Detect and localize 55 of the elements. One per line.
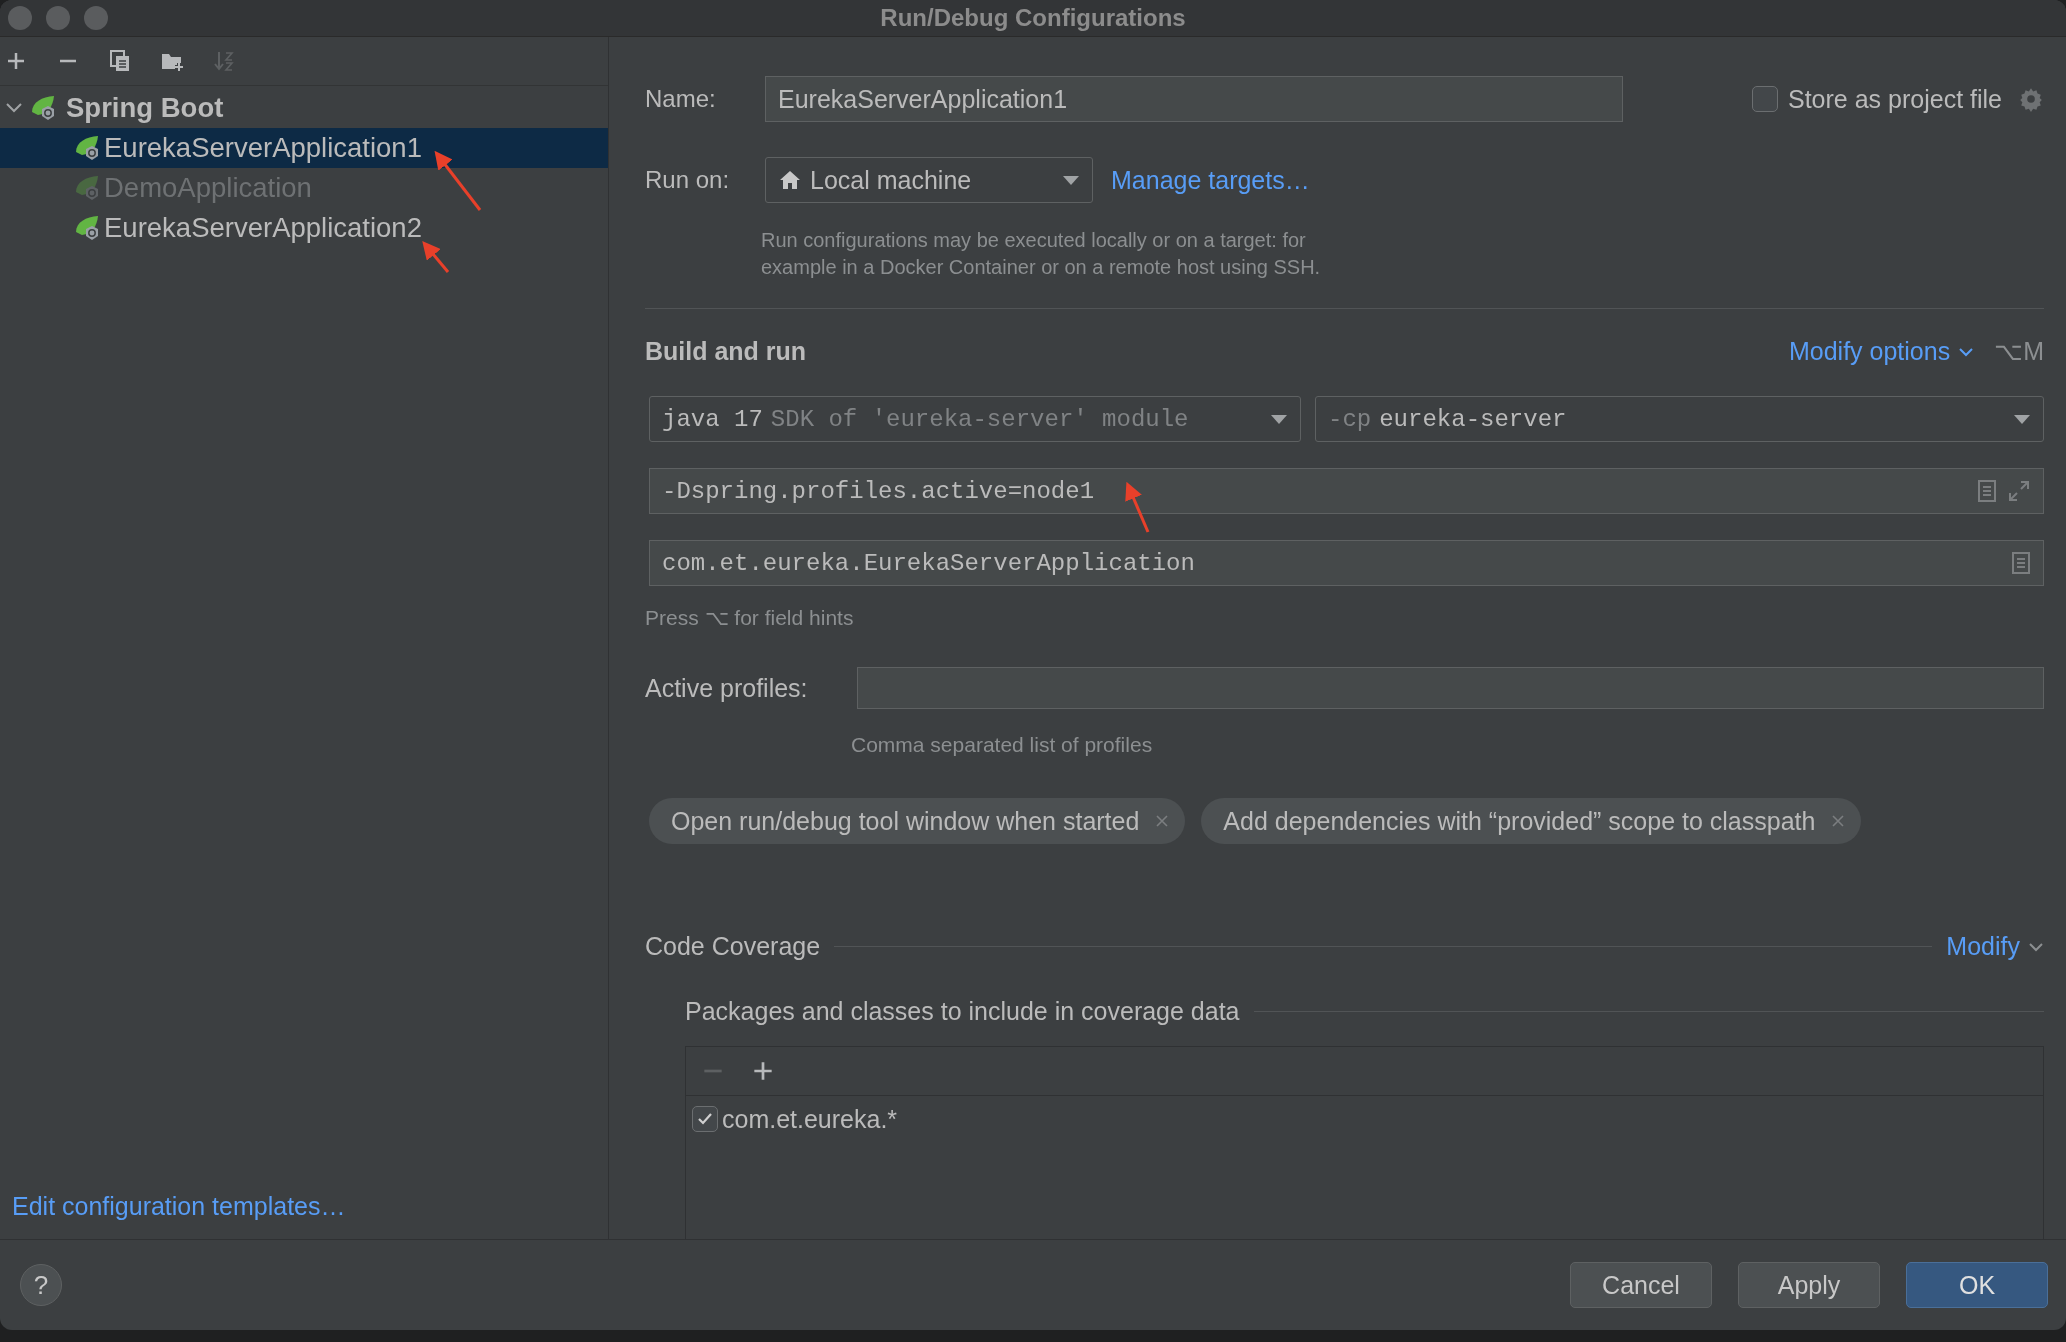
window-title: Run/Debug Configurations bbox=[880, 4, 1186, 31]
help-button[interactable]: ? bbox=[20, 1264, 62, 1306]
tree-group-label[interactable]: Spring Boot bbox=[66, 92, 224, 124]
hint-text: Run configurations may be executed locally or on a target: for bbox=[761, 228, 1307, 253]
pattern-text: com.et.eureka.* bbox=[722, 1104, 898, 1134]
field-label: Name: bbox=[645, 85, 717, 113]
sdk-dropdown[interactable]: java 17 SDK of 'eureka-server' module bbox=[649, 396, 1301, 442]
classpath-dropdown[interactable]: -cp eureka-server bbox=[1315, 396, 2044, 442]
active-profiles-field[interactable] bbox=[857, 667, 2044, 709]
document-icon[interactable] bbox=[1977, 479, 1997, 503]
modify-link[interactable]: Modify bbox=[1946, 932, 2044, 961]
subsection-title: Packages and classes to include in coverage data bbox=[685, 997, 1240, 1026]
name-field[interactable]: EurekaServerApplication1 bbox=[765, 76, 1623, 122]
annotation-arrow bbox=[422, 241, 450, 273]
field-label: Active profiles: bbox=[645, 673, 809, 703]
dialog-button[interactable]: Apply bbox=[1738, 1262, 1880, 1308]
shortcut-text: ⌥M bbox=[1994, 337, 2044, 366]
close-icon[interactable] bbox=[1831, 814, 1846, 828]
settings-icon[interactable] bbox=[2018, 86, 2044, 112]
hint-text: Comma separated list of profiles bbox=[851, 732, 1154, 758]
run-on-dropdown[interactable]: Local machine bbox=[765, 157, 1093, 203]
dialog-button[interactable]: OK bbox=[1906, 1262, 2048, 1308]
annotation-arrow bbox=[434, 150, 482, 211]
checkbox[interactable] bbox=[1752, 86, 1778, 112]
checkbox[interactable] bbox=[692, 1106, 718, 1132]
section-title: Code Coverage bbox=[645, 932, 821, 961]
window-control-button[interactable] bbox=[84, 6, 108, 30]
window-control-button[interactable] bbox=[8, 6, 32, 30]
dialog-button[interactable]: Cancel bbox=[1570, 1262, 1712, 1308]
field-label: Run on: bbox=[645, 166, 731, 194]
dropdown-arrow-icon[interactable] bbox=[1062, 174, 1080, 186]
option-chip[interactable]: Open run/debug tool window when started bbox=[649, 798, 1186, 844]
modify-options-link[interactable]: Modify options bbox=[1788, 337, 1975, 366]
hint-text: Press ⌥ for field hints bbox=[645, 605, 855, 631]
copy-icon[interactable] bbox=[108, 49, 132, 73]
edit-templates-link[interactable]: Edit configuration templates… bbox=[12, 1192, 346, 1220]
home-icon bbox=[778, 168, 802, 192]
vm-options-field[interactable]: -Dspring.profiles.active=node1 bbox=[649, 468, 2044, 514]
dropdown-arrow-icon[interactable] bbox=[1270, 413, 1288, 425]
hint-text: example in a Docker Container or on a remote host using SSH. bbox=[761, 255, 1322, 280]
main-class-field[interactable]: com.et.eureka.EurekaServerApplication bbox=[649, 540, 2044, 586]
configuration-item[interactable]: EurekaServerApplication1 bbox=[0, 128, 608, 168]
dropdown-arrow-icon[interactable] bbox=[2013, 413, 2031, 425]
expand-icon[interactable] bbox=[2007, 479, 2031, 503]
section-title: Build and run bbox=[645, 337, 807, 366]
window-control-button[interactable] bbox=[46, 6, 70, 30]
chevron-down-icon[interactable] bbox=[1958, 345, 1975, 358]
checkbox-label: Store as project file bbox=[1788, 84, 2002, 114]
option-chip[interactable]: Add dependencies with “provided” scope to classpath bbox=[1201, 798, 1862, 844]
chevron-down-icon[interactable] bbox=[2028, 940, 2044, 953]
annotation-arrow bbox=[1125, 481, 1150, 533]
close-icon[interactable] bbox=[1155, 814, 1170, 828]
document-icon[interactable] bbox=[2011, 551, 2031, 575]
configuration-item[interactable]: EurekaServerApplication2 bbox=[0, 208, 608, 248]
manage-targets-link[interactable]: Manage targets… bbox=[1111, 165, 1310, 195]
